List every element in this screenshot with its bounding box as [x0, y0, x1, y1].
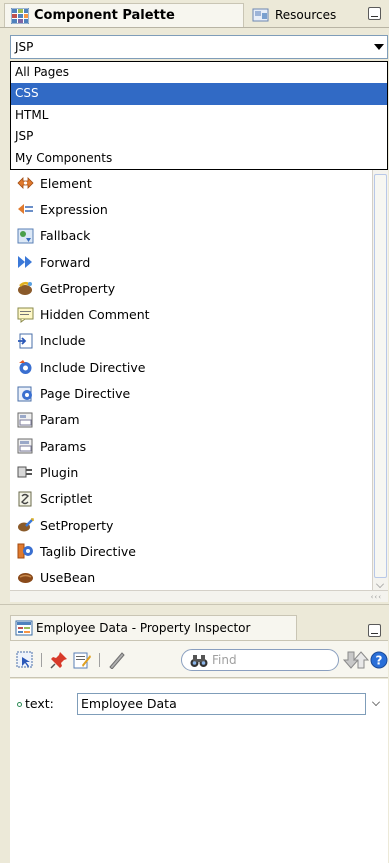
find-previous-icon[interactable]	[351, 651, 371, 669]
palette-item-label: Include Directive	[40, 359, 146, 375]
chevron-down-icon[interactable]	[374, 44, 384, 50]
tab-property-inspector-label: Employee Data - Property Inspector	[36, 621, 251, 635]
palette-horizontal-scrollbar[interactable]: ‹‹‹	[10, 590, 388, 602]
include-directive-icon	[19, 360, 32, 375]
inspector-tabbar: Employee Data - Property Inspector	[0, 612, 389, 640]
palette-item-label: Params	[40, 438, 87, 454]
minimize-icon[interactable]	[368, 7, 381, 20]
palette-item-label: SetProperty	[40, 517, 114, 533]
palette-item-label: Forward	[40, 254, 91, 270]
palette-item-label: Fallback	[40, 228, 91, 244]
help-icon[interactable]: ?	[370, 651, 388, 669]
toolbar-separator	[99, 653, 100, 667]
usebean-icon	[18, 572, 33, 583]
scroll-grip-icon: ‹‹‹	[370, 593, 382, 601]
palette-item-label: GetProperty	[40, 280, 116, 296]
palette-item-label: Hidden Comment	[40, 307, 150, 323]
expression-icon	[18, 204, 33, 215]
palette-item-getproperty[interactable]: GetProperty	[10, 275, 372, 301]
dropdown-option-css[interactable]: CSS	[11, 83, 387, 105]
tab-component-palette-label: Component Palette	[34, 8, 175, 23]
element-icon	[17, 177, 34, 190]
page-type-dropdown: All Pages CSS HTML JSP My Components	[10, 61, 388, 170]
component-palette-icon	[11, 7, 29, 24]
palette-item-setproperty[interactable]: SetProperty	[10, 512, 372, 538]
property-label: text:	[25, 696, 54, 711]
minimize-icon[interactable]	[368, 624, 381, 637]
include-icon	[18, 333, 33, 349]
pin-icon[interactable]	[50, 651, 68, 669]
palette-item-label: Plugin	[40, 464, 79, 480]
params-icon	[17, 438, 33, 454]
forward-icon	[18, 256, 32, 269]
find-placeholder: Find	[212, 653, 237, 667]
scroll-down-icon[interactable]	[376, 580, 384, 588]
palette-item-label: Element	[40, 175, 92, 191]
tab-resources[interactable]: Resources	[246, 3, 358, 27]
palette-item-label: Expression	[40, 201, 108, 217]
palette-item-include[interactable]: Include	[10, 328, 372, 354]
taglib-directive-icon	[17, 543, 33, 559]
page-type-combo[interactable]: JSP	[10, 35, 388, 59]
inspector-toolbar: Find ?	[10, 640, 388, 678]
palette-item-label: Include	[40, 333, 86, 349]
palette-item-param[interactable]: Param	[10, 407, 372, 433]
pencil-icon[interactable]	[108, 651, 126, 669]
dropdown-option-jsp[interactable]: JSP	[11, 126, 387, 147]
binoculars-icon	[190, 655, 208, 667]
palette-item-fallback[interactable]: Fallback	[10, 223, 372, 249]
select-component-icon[interactable]	[16, 651, 34, 669]
dropdown-option-all-pages[interactable]: All Pages	[11, 62, 387, 83]
palette-item-hidden-comment[interactable]: Hidden Comment	[10, 301, 372, 327]
chevron-down-icon[interactable]	[372, 698, 380, 706]
edit-properties-icon[interactable]	[73, 651, 91, 669]
palette-item-label: Param	[40, 412, 80, 428]
palette-item-label: Scriptlet	[40, 491, 93, 507]
palette-item-label: Page Directive	[40, 386, 131, 402]
component-list: Element Expression Fallback Forward GetP…	[10, 170, 372, 590]
text-property-field[interactable]: Employee Data	[77, 693, 366, 715]
palette-item-element[interactable]: Element	[10, 170, 372, 196]
scrollbar-thumb[interactable]	[374, 174, 387, 578]
palette-item-include-directive[interactable]: Include Directive	[10, 354, 372, 380]
tab-resources-label: Resources	[275, 8, 337, 22]
palette-item-label: Taglib Directive	[40, 543, 137, 559]
dropdown-option-my-components[interactable]: My Components	[11, 148, 387, 169]
panel-splitter[interactable]	[0, 604, 389, 610]
toolbar-separator	[41, 653, 42, 667]
page-type-combo-value: JSP	[15, 40, 34, 54]
palette-item-page-directive[interactable]: Page Directive	[10, 380, 372, 406]
setproperty-icon	[18, 518, 34, 532]
palette-tabbar: Component Palette Resources	[0, 0, 389, 28]
tab-component-palette[interactable]: Component Palette	[4, 3, 244, 27]
property-inspector-icon	[15, 620, 33, 636]
page-directive-icon	[17, 386, 32, 402]
svg-text:?: ?	[376, 654, 383, 668]
fallback-icon	[17, 228, 34, 244]
param-icon	[17, 412, 33, 428]
palette-vertical-scrollbar[interactable]	[372, 170, 388, 590]
palette-item-scriptlet[interactable]: Scriptlet	[10, 486, 372, 512]
getproperty-icon	[18, 282, 32, 296]
tab-property-inspector[interactable]: Employee Data - Property Inspector	[10, 615, 297, 640]
resources-icon	[252, 8, 269, 22]
palette-item-expression[interactable]: Expression	[10, 196, 372, 222]
plugin-icon	[17, 466, 32, 478]
property-list: text: Employee Data	[10, 679, 388, 863]
palette-item-label: UseBean	[40, 570, 96, 586]
property-indicator-icon	[17, 702, 22, 707]
dropdown-option-html[interactable]: HTML	[11, 105, 387, 126]
palette-item-plugin[interactable]: Plugin	[10, 459, 372, 485]
scriptlet-icon	[18, 491, 32, 507]
palette-item-forward[interactable]: Forward	[10, 249, 372, 275]
property-row-text: text: Employee Data	[10, 693, 388, 715]
palette-item-usebean[interactable]: UseBean	[10, 564, 372, 590]
palette-item-params[interactable]: Params	[10, 433, 372, 459]
find-input[interactable]: Find	[181, 649, 339, 671]
palette-item-taglib-directive[interactable]: Taglib Directive	[10, 538, 372, 564]
hidden-comment-icon	[17, 307, 34, 323]
